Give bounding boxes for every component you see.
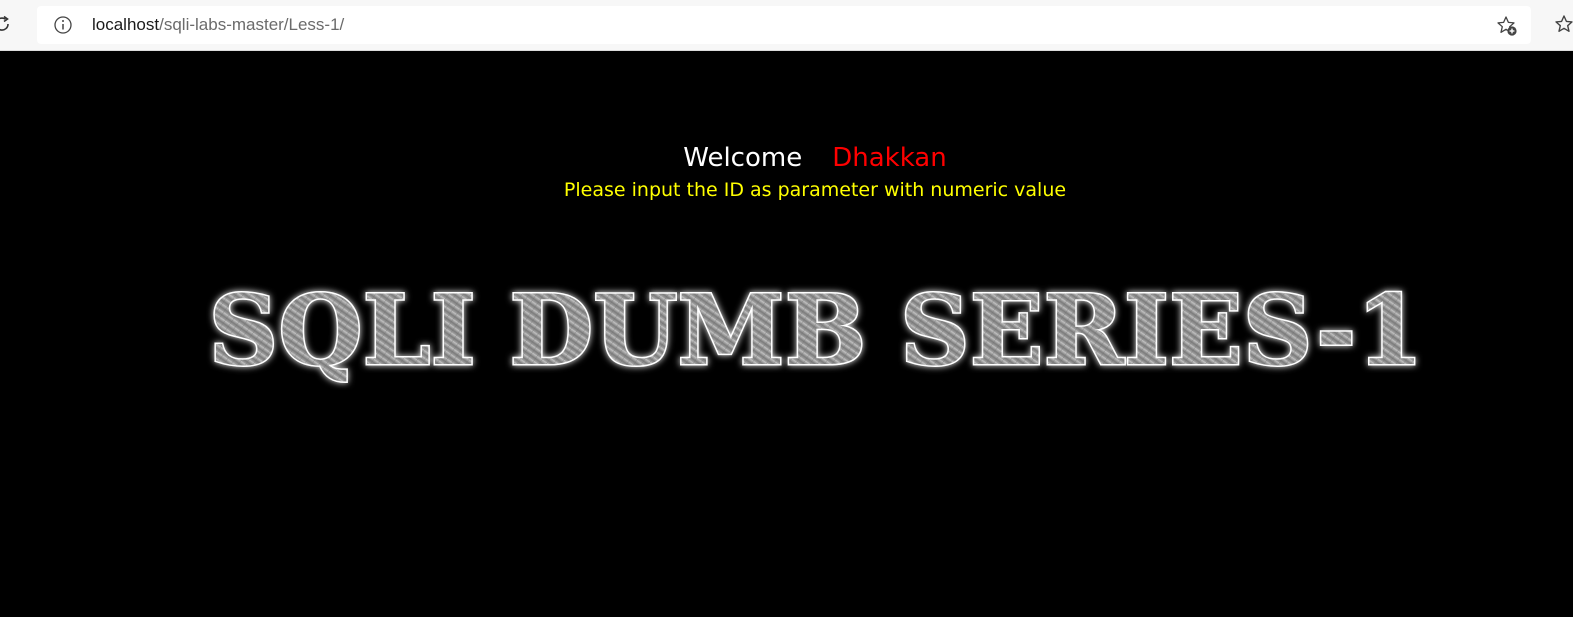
favorites-icon[interactable] [1553, 13, 1573, 37]
reload-icon[interactable] [0, 14, 12, 34]
user-name: Dhakkan [832, 143, 947, 173]
sqli-dumb-series-banner: SQLI DUMB SERIES-1 [207, 278, 1425, 389]
info-icon[interactable] [53, 15, 73, 35]
url-text[interactable]: localhost/sqli-labs-master/Less-1/ [92, 15, 344, 35]
instruction-text: Please input the ID as parameter with nu… [563, 179, 1067, 201]
add-favorite-icon[interactable] [1495, 14, 1519, 38]
browser-toolbar: localhost/sqli-labs-master/Less-1/ [0, 0, 1573, 51]
banner-title: SQLI DUMB SERIES-1 [209, 278, 1424, 387]
address-bar[interactable]: localhost/sqli-labs-master/Less-1/ [37, 6, 1531, 44]
welcome-text: Welcome [683, 143, 803, 173]
url-path: /sqli-labs-master/Less-1/ [159, 15, 345, 34]
url-host: localhost [92, 15, 160, 34]
welcome-heading: Welcome Dhakkan [0, 138, 1573, 178]
